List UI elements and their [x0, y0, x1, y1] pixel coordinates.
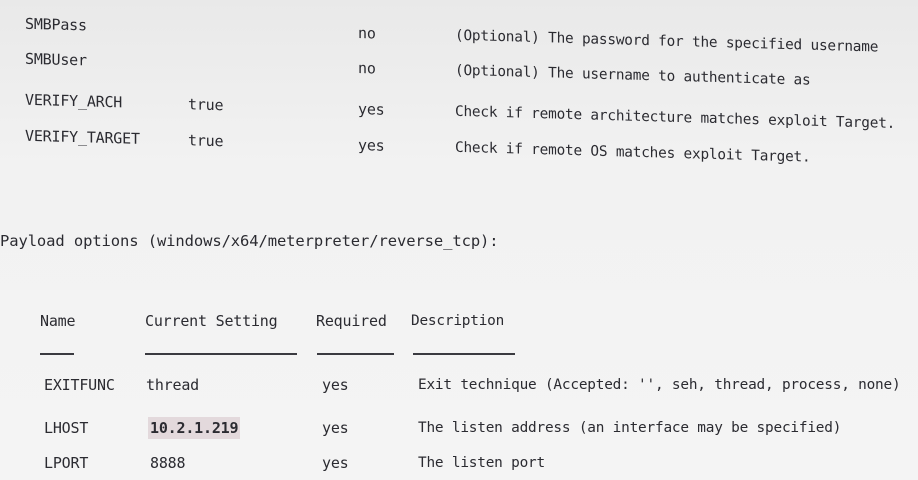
option-description: (Optional) The username to authenticate … [455, 62, 811, 89]
column-header-name: Name [40, 312, 76, 330]
terminal-window[interactable]: SMBPass no (Optional) The password for t… [0, 0, 918, 480]
column-header-required: Required [316, 312, 387, 330]
option-description: The listen port [418, 455, 545, 471]
option-setting-lhost: 10.2.1.219 [148, 417, 241, 439]
option-description: Check if remote OS matches exploit Targe… [455, 139, 811, 166]
header-underline [413, 353, 515, 355]
option-name: SMBUser [25, 49, 87, 70]
option-setting: 8888 [150, 454, 186, 472]
option-setting: true [188, 95, 224, 115]
option-required: yes [358, 99, 385, 119]
option-required: yes [322, 419, 349, 437]
column-header-setting: Current Setting [145, 312, 278, 330]
option-name: VERIFY_ARCH [25, 90, 123, 112]
option-name: VERIFY_TARGET [25, 126, 140, 148]
payload-option-row: EXITFUNC thread yes Exit technique (Acce… [0, 374, 918, 396]
option-description: The listen address (an interface may be … [418, 420, 842, 436]
payload-table-header: Name Current Setting Required Descriptio… [0, 310, 918, 332]
header-underline [317, 353, 394, 355]
option-required: yes [358, 135, 385, 155]
option-name: LHOST [44, 419, 89, 437]
header-underline [40, 353, 74, 355]
option-required: no [358, 58, 376, 78]
option-description: Exit technique (Accepted: '', seh, threa… [418, 377, 901, 393]
option-setting: true [188, 131, 224, 151]
payload-option-row: LPORT 8888 yes The listen port [0, 452, 918, 474]
option-required: yes [322, 376, 349, 394]
option-description: Check if remote architecture matches exp… [455, 103, 896, 133]
option-description: (Optional) The password for the specifie… [455, 27, 879, 56]
option-name: EXITFUNC [44, 376, 115, 394]
option-required: no [358, 23, 376, 43]
header-underline [145, 353, 297, 355]
option-name: LPORT [44, 454, 89, 472]
option-required: yes [322, 454, 349, 472]
payload-option-row: LHOST 10.2.1.219 yes The listen address … [0, 417, 918, 439]
payload-options-heading: Payload options (windows/x64/meterpreter… [0, 232, 499, 250]
option-name: SMBPass [25, 14, 87, 35]
column-header-description: Description [411, 313, 505, 329]
option-setting: thread [146, 376, 199, 394]
